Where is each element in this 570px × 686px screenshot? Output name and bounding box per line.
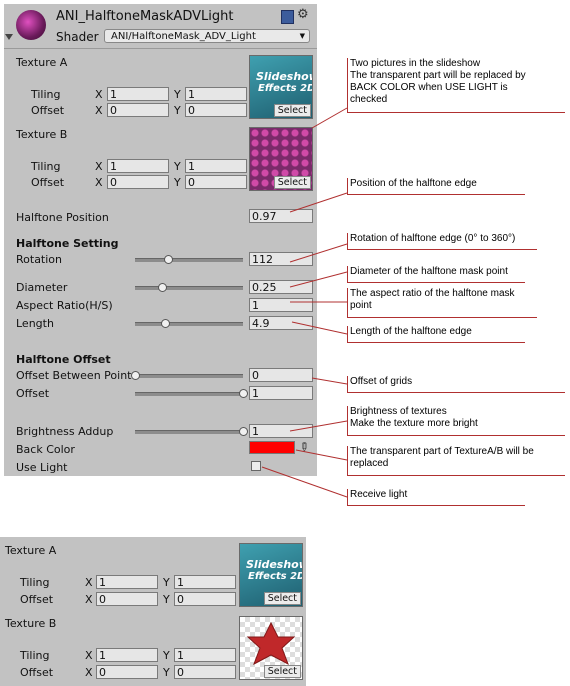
note-slideshow-line-2: The transparent part will be replaced by [350, 70, 526, 81]
lower-texture-b-thumbnail[interactable]: Select [239, 616, 303, 680]
lower-texture-b-offset-x-field[interactable]: 0 [96, 665, 158, 679]
lower-texture-a-offset-y-field[interactable]: 0 [174, 592, 236, 606]
lower-texture-a-tiling-x-field[interactable]: 1 [96, 575, 158, 589]
note-light-text: Receive light [350, 489, 408, 500]
lower-texture-a-offset-x-label: X [85, 593, 93, 606]
note-back-color-line-2: replaced [350, 458, 389, 469]
lower-texture-a-offset-x-field[interactable]: 0 [96, 592, 158, 606]
note-rotation: Rotation of halftone edge (0° to 360°) [347, 233, 537, 250]
lower-texture-b-select-button[interactable]: Select [263, 665, 301, 678]
annotation-line-rotation [289, 243, 348, 263]
lower-texture-a-select-button[interactable]: Select [263, 592, 301, 605]
lower-texture-b-offset-x-label: X [85, 666, 93, 679]
note-slideshow: Two pictures in the slideshow The transp… [347, 58, 565, 113]
lower-texture-a-label: Texture A [5, 544, 57, 557]
note-back-color: The transparent part of TextureA/B will … [347, 446, 565, 476]
lower-texture-b-tiling-x-field[interactable]: 1 [96, 648, 158, 662]
note-slideshow-line-1: Two pictures in the slideshow [350, 58, 481, 69]
lower-texture-b-offset-y-label: Y [163, 666, 170, 679]
note-back-color-line-1: The transparent part of TextureA/B will … [350, 446, 534, 457]
annotation-line-diameter [289, 271, 348, 288]
note-position: Position of the halftone edge [347, 178, 525, 195]
note-diameter-text: Diameter of the halftone mask point [350, 266, 508, 277]
lower-texture-a-offset-label: Offset [20, 593, 54, 606]
note-diameter: Diameter of the halftone mask point [347, 266, 525, 283]
annotation-line-position [289, 192, 348, 213]
note-slideshow-line-4: checked [350, 94, 388, 105]
lower-texture-a-thumb-text-2: Effects 2D [248, 571, 303, 582]
note-rotation-text: Rotation of halftone edge (0° to 360°) [350, 233, 516, 244]
lower-texture-a-tiling-y-field[interactable]: 1 [174, 575, 236, 589]
lower-texture-a-tiling-y-label: Y [163, 576, 170, 589]
note-light: Receive light [347, 489, 525, 506]
note-offset-text: Offset of grids [350, 376, 413, 387]
lower-texture-b-label: Texture B [5, 617, 57, 630]
lower-texture-b-tiling-y-field[interactable]: 1 [174, 648, 236, 662]
annotation-line-brightness [289, 420, 348, 432]
note-brightness-line-2: Make the texture more bright [350, 418, 478, 429]
lower-texture-a-thumb-text-1: Slideshow [246, 558, 303, 571]
note-aspect-line-1: The aspect ratio of the halftone mask [350, 288, 515, 299]
note-length-text: Length of the halftone edge [350, 326, 472, 337]
note-aspect: The aspect ratio of the halftone mask po… [347, 288, 537, 318]
note-position-text: Position of the halftone edge [350, 178, 477, 189]
lower-texture-b-tiling-x-label: X [85, 649, 93, 662]
lower-texture-b-tiling-label: Tiling [20, 649, 50, 662]
note-brightness-line-1: Brightness of textures [350, 406, 447, 417]
annotation-line-slideshow [311, 107, 348, 129]
lower-texture-b-offset-y-field[interactable]: 0 [174, 665, 236, 679]
lower-texture-a-tiling-x-label: X [85, 576, 93, 589]
lower-texture-a-thumbnail[interactable]: Slideshow Effects 2D Select [239, 543, 303, 607]
note-length: Length of the halftone edge [347, 326, 525, 343]
lower-texture-a-tiling-label: Tiling [20, 576, 50, 589]
lower-texture-b-offset-label: Offset [20, 666, 54, 679]
annotation-line-back-color [295, 449, 348, 461]
note-slideshow-line-3: BACK COLOR when USE LIGHT is [350, 82, 508, 93]
lower-texture-a-offset-y-label: Y [163, 593, 170, 606]
annotation-line-length [291, 321, 348, 335]
lower-texture-b-tiling-y-label: Y [163, 649, 170, 662]
note-aspect-line-2: point [350, 300, 372, 311]
note-brightness: Brightness of textures Make the texture … [347, 406, 565, 436]
annotation-line-light [261, 466, 348, 498]
note-offset: Offset of grids [347, 376, 565, 393]
annotation-line-offset [311, 377, 348, 385]
